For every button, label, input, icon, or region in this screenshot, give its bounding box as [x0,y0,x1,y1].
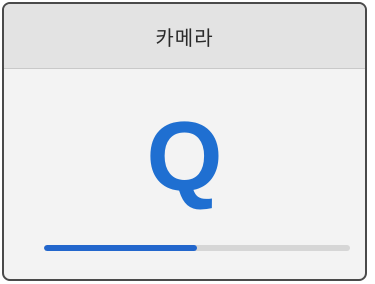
panel-header: 카메라 [4,4,365,69]
progress-bar [44,245,350,251]
shortcut-letter: Q [146,101,223,211]
progress-fill [44,245,197,251]
panel-body: Q [4,69,365,279]
panel-title: 카메라 [155,25,214,50]
camera-panel: 카메라 Q [2,2,367,281]
